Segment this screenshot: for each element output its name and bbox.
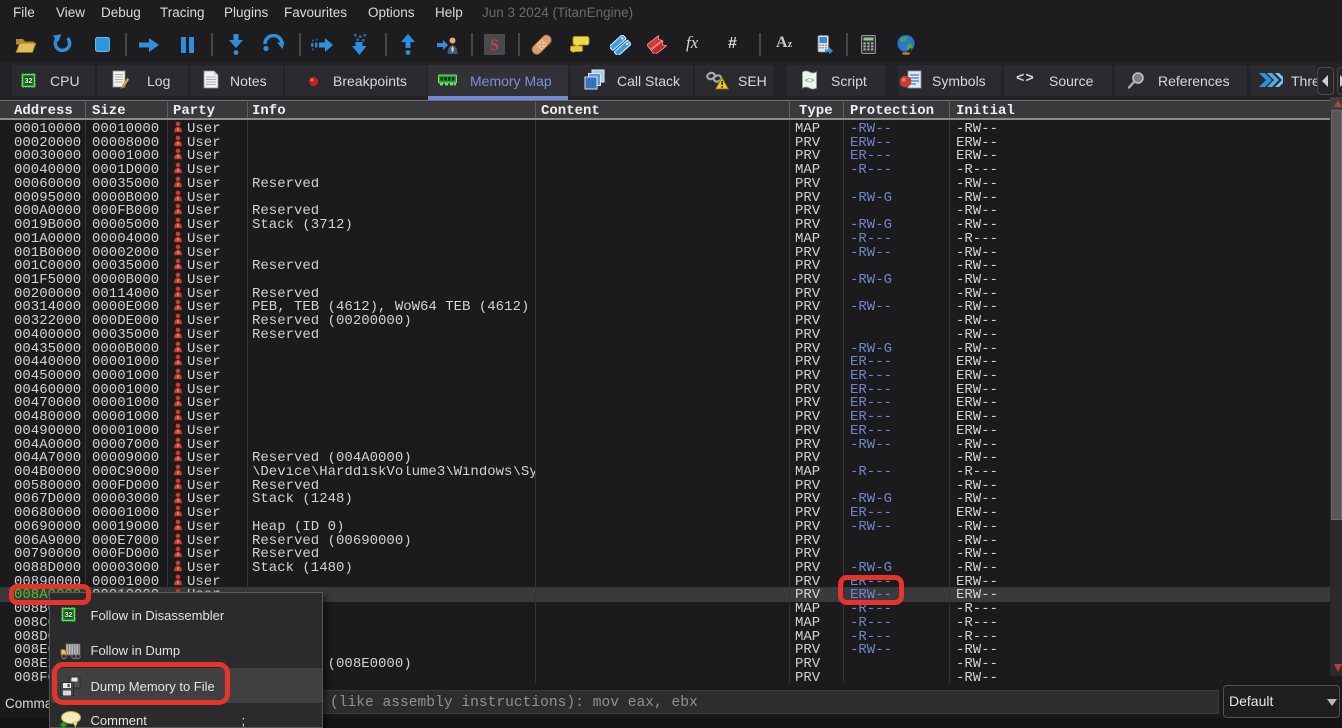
svg-text:32: 32 bbox=[25, 78, 33, 85]
svg-text:32: 32 bbox=[65, 612, 73, 619]
svg-text:<>: <> bbox=[805, 77, 815, 86]
svg-text:S: S bbox=[490, 37, 499, 54]
